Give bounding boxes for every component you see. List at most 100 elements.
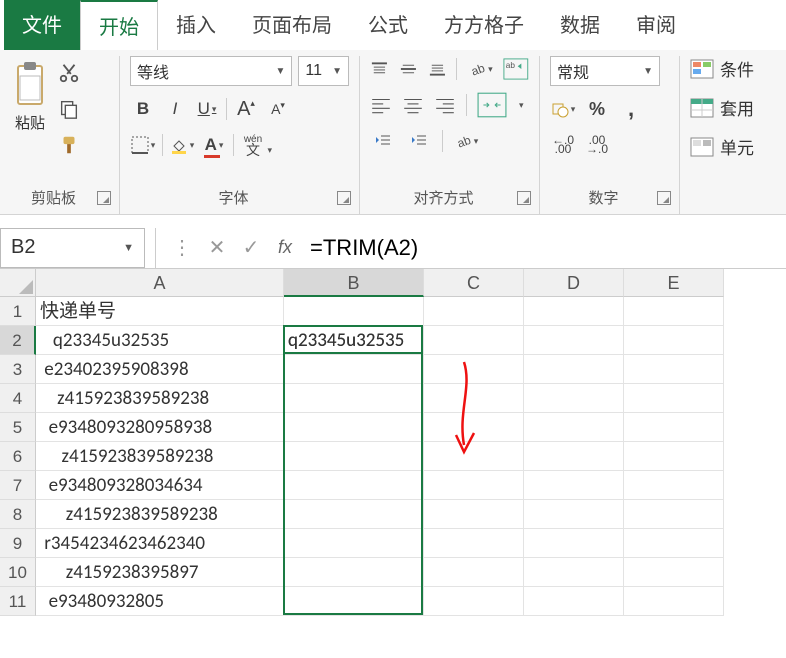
cell-E10[interactable] [624, 558, 724, 587]
italic-button[interactable]: I [162, 96, 188, 122]
cell-A9[interactable]: r3454234623462340 [36, 529, 284, 558]
cell-C8[interactable] [424, 500, 524, 529]
font-size-combo[interactable]: 11▼ [298, 56, 349, 86]
align-center-button[interactable] [402, 96, 424, 114]
cut-button[interactable] [58, 62, 80, 84]
merge-center-button[interactable] [477, 92, 507, 118]
orientation-button[interactable]: ab▾ [467, 56, 493, 82]
cell-D8[interactable] [524, 500, 624, 529]
cell-A10[interactable]: z4159238395897 [36, 558, 284, 587]
tab-data[interactable]: 数据 [542, 0, 618, 50]
cell-B7[interactable] [284, 471, 424, 500]
cell-B2[interactable]: q23345u32535 [284, 326, 424, 355]
cell-D9[interactable] [524, 529, 624, 558]
fx-dots[interactable]: ⋮ [166, 235, 200, 260]
cell-E9[interactable] [624, 529, 724, 558]
cell-D7[interactable] [524, 471, 624, 500]
cell-C9[interactable] [424, 529, 524, 558]
cell-A7[interactable]: e934809328034634 [36, 471, 284, 500]
cell-E5[interactable] [624, 413, 724, 442]
font-name-combo[interactable]: 等线▼ [130, 56, 292, 86]
cell-A3[interactable]: e23402395908398 [36, 355, 284, 384]
clipboard-dialog-launcher[interactable] [97, 191, 111, 205]
cell-D11[interactable] [524, 587, 624, 616]
column-header-E[interactable]: E [624, 269, 724, 297]
font-dialog-launcher[interactable] [337, 191, 351, 205]
tab-page-layout[interactable]: 页面布局 [234, 0, 350, 50]
tab-ffgz[interactable]: 方方格子 [426, 0, 542, 50]
column-header-D[interactable]: D [524, 269, 624, 297]
cell-B4[interactable] [284, 384, 424, 413]
cell-A4[interactable]: z415923839589238 [36, 384, 284, 413]
format-painter-button[interactable] [58, 134, 80, 156]
cell-A8[interactable]: z415923839589238 [36, 500, 284, 529]
cell-E8[interactable] [624, 500, 724, 529]
cell-D3[interactable] [524, 355, 624, 384]
cell-D5[interactable] [524, 413, 624, 442]
cell-C4[interactable] [424, 384, 524, 413]
grow-font-button[interactable]: A▴ [233, 96, 259, 122]
cell-B3[interactable] [284, 355, 424, 384]
cell-D4[interactable] [524, 384, 624, 413]
cell-A1[interactable]: 快递单号 [36, 297, 284, 326]
cell-D1[interactable] [524, 297, 624, 326]
fill-color-button[interactable]: ▾ [169, 132, 195, 158]
align-middle-button[interactable] [399, 60, 418, 78]
cell-E2[interactable] [624, 326, 724, 355]
tab-file[interactable]: 文件 [4, 0, 80, 50]
name-box[interactable]: B2▼ [0, 228, 145, 268]
decrease-decimal-button[interactable]: .00→.0 [584, 132, 610, 158]
format-as-table-button[interactable]: 套用 [690, 95, 754, 120]
percent-button[interactable]: % [584, 96, 610, 122]
cell-C3[interactable] [424, 355, 524, 384]
fx-accept-button[interactable]: ✓ [234, 235, 268, 260]
row-header-4[interactable]: 4 [0, 384, 36, 413]
cell-E11[interactable] [624, 587, 724, 616]
row-header-5[interactable]: 5 [0, 413, 36, 442]
column-header-A[interactable]: A [36, 269, 284, 297]
tab-review[interactable]: 审阅 [618, 0, 694, 50]
cell-E4[interactable] [624, 384, 724, 413]
row-header-2[interactable]: 2 [0, 326, 36, 355]
fx-cancel-button[interactable]: ✕ [200, 235, 234, 260]
cell-C2[interactable] [424, 326, 524, 355]
select-all-corner[interactable] [0, 269, 36, 297]
cell-B5[interactable] [284, 413, 424, 442]
cell-B11[interactable] [284, 587, 424, 616]
cell-C6[interactable] [424, 442, 524, 471]
cell-B1[interactable] [284, 297, 424, 326]
cell-E6[interactable] [624, 442, 724, 471]
decrease-indent-button[interactable] [370, 128, 396, 154]
row-header-8[interactable]: 8 [0, 500, 36, 529]
accounting-format-button[interactable]: ▾ [550, 96, 576, 122]
cell-A5[interactable]: e9348093280958938 [36, 413, 284, 442]
column-header-B[interactable]: B [284, 269, 424, 297]
cell-A2[interactable]: q23345u32535 [36, 326, 284, 355]
row-header-3[interactable]: 3 [0, 355, 36, 384]
align-top-button[interactable] [370, 60, 389, 78]
cell-E3[interactable] [624, 355, 724, 384]
cell-C7[interactable] [424, 471, 524, 500]
increase-indent-button[interactable] [406, 128, 432, 154]
underline-button[interactable]: U▾ [194, 96, 220, 122]
fx-icon[interactable]: fx [278, 237, 292, 258]
wrap-text-button[interactable]: ab [503, 56, 529, 82]
comma-button[interactable]: , [618, 96, 644, 122]
cell-D10[interactable] [524, 558, 624, 587]
tab-home[interactable]: 开始 [80, 0, 158, 50]
row-header-7[interactable]: 7 [0, 471, 36, 500]
align-left-button[interactable] [370, 96, 392, 114]
row-header-6[interactable]: 6 [0, 442, 36, 471]
align-dialog-launcher[interactable] [517, 191, 531, 205]
cell-C1[interactable] [424, 297, 524, 326]
cell-styles-button[interactable]: 单元 [690, 134, 754, 159]
cell-C10[interactable] [424, 558, 524, 587]
formula-input[interactable] [302, 231, 786, 265]
cell-B10[interactable] [284, 558, 424, 587]
cell-B9[interactable] [284, 529, 424, 558]
phonetic-guide-button[interactable]: wén文▾ [240, 132, 266, 158]
tab-formulas[interactable]: 公式 [350, 0, 426, 50]
row-header-1[interactable]: 1 [0, 297, 36, 326]
number-format-combo[interactable]: 常规▼ [550, 56, 660, 86]
row-header-10[interactable]: 10 [0, 558, 36, 587]
